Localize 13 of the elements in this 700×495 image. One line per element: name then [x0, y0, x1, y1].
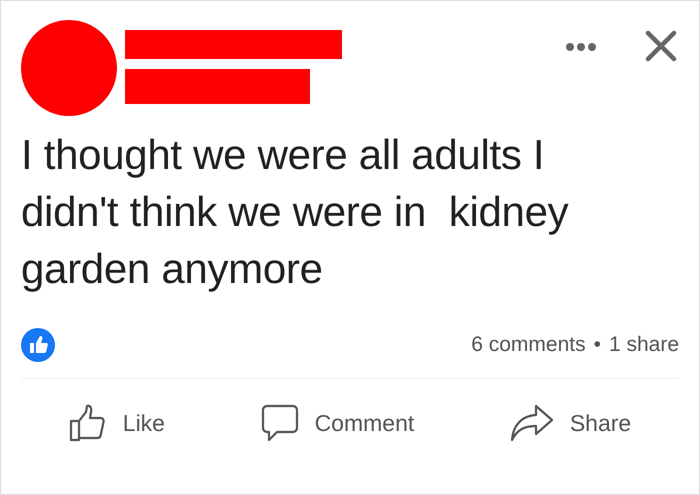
share-button[interactable]: Share — [462, 404, 680, 442]
post-text: I thought we were all adults I didn't think we were in kidney garden anymore — [21, 130, 570, 294]
close-icon[interactable] — [645, 30, 677, 62]
like-reaction-icon — [21, 328, 55, 362]
share-count[interactable]: 1 share — [608, 328, 679, 360]
speech-bubble-icon — [260, 404, 299, 442]
comment-button[interactable]: Comment — [212, 404, 462, 442]
share-arrow-icon — [510, 404, 554, 442]
thumbs-up-icon — [68, 404, 107, 442]
like-button[interactable]: Like — [21, 404, 213, 442]
separator-dot: • — [594, 332, 601, 358]
more-icon[interactable] — [565, 42, 597, 52]
comment-count[interactable]: 6 comments — [471, 328, 586, 360]
